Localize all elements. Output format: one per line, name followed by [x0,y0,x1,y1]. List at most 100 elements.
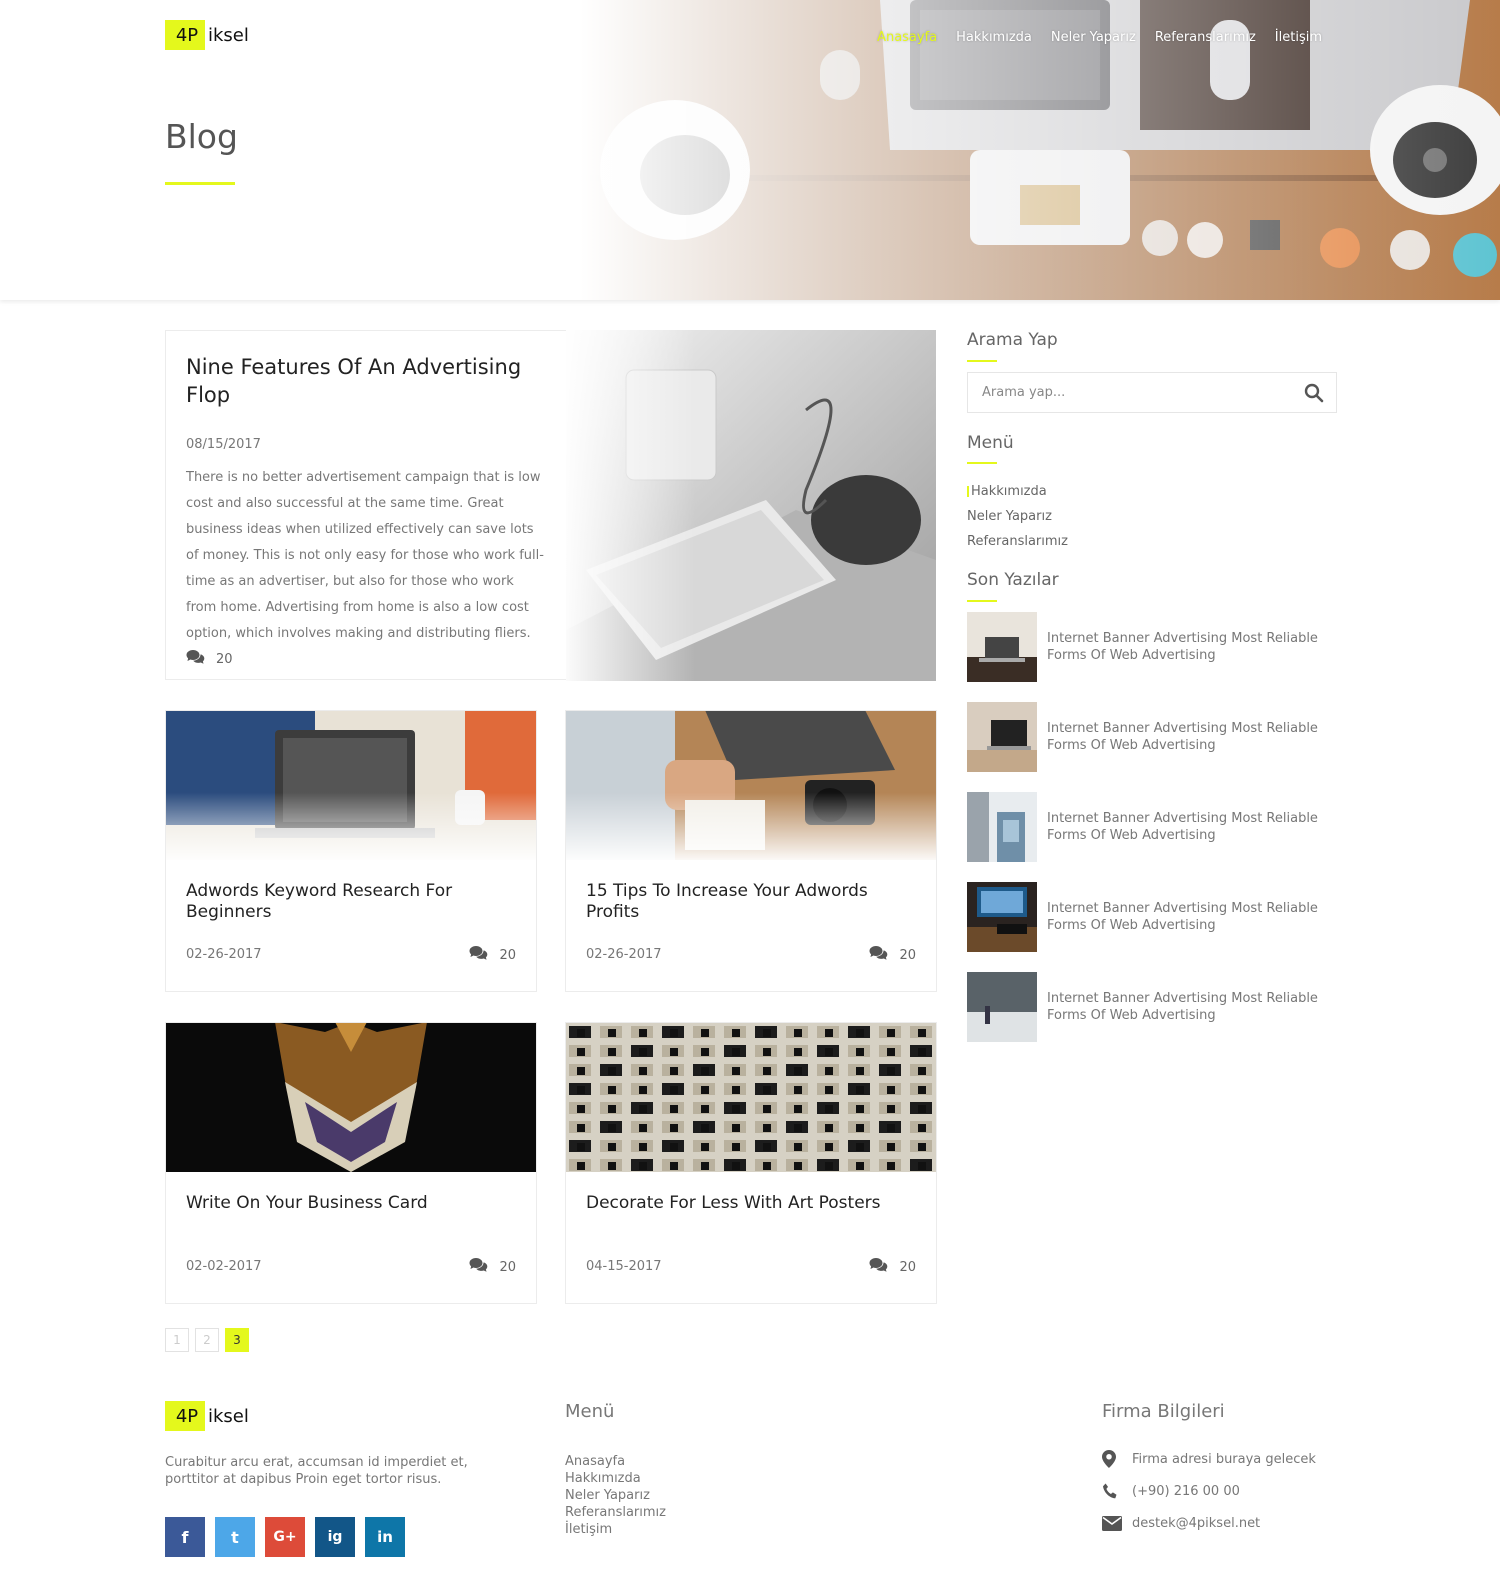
post-comments[interactable]: 20 [869,1257,916,1277]
logo-mark: 4P [165,20,205,50]
google-plus-icon[interactable]: G+ [265,1517,305,1557]
post-card[interactable]: Decorate For Less With Art Posters 04-15… [565,1022,937,1304]
recent-title: Internet Banner Advertising Most Reliabl… [1047,991,1318,1023]
sidebar-item-services[interactable]: Neler Yaparız [967,504,1068,529]
featured-comment-count: 20 [216,651,233,667]
page-1-button[interactable]: 1 [165,1328,189,1352]
logo-text: iksel [208,24,249,46]
footer-link-contact[interactable]: İletişim [565,1521,666,1538]
facebook-icon[interactable]: f [165,1517,205,1557]
company-address: Firma adresi buraya gelecek [1102,1450,1316,1468]
logo-text: iksel [208,1405,249,1427]
company-heading: Firma Bilgileri [1102,1401,1225,1422]
nav-contact[interactable]: İletişim [1275,30,1322,45]
recent-heading: Son Yazılar [967,570,1059,590]
phone-icon [1102,1483,1132,1500]
footer-menu: Anasayfa Hakkımızda Neler Yaparız Refera… [565,1453,666,1538]
recent-thumb [967,792,1037,862]
menu-heading: Menü [967,433,1014,453]
linkedin-icon[interactable]: in [365,1517,405,1557]
hero-header: 4P iksel Anasayfa Hakkımızda Neler Yapar… [0,0,1500,300]
comment-count: 20 [899,947,916,963]
recent-post[interactable]: Internet Banner Advertising Most Reliabl… [967,972,1337,1042]
recent-thumb [967,612,1037,682]
comment-count: 20 [499,947,516,963]
recent-title: Internet Banner Advertising Most Reliabl… [1047,811,1318,843]
heading-underline [967,360,997,362]
post-card[interactable]: Adwords Keyword Research For Beginners 0… [165,710,537,992]
post-comments[interactable]: 20 [869,945,916,965]
recent-thumb [967,702,1037,772]
page-3-button[interactable]: 3 [225,1328,249,1352]
comments-icon [469,1257,489,1277]
post-image-desk-camera[interactable] [566,711,936,860]
footer-link-references[interactable]: Referanslarımız [565,1504,666,1521]
nav-references[interactable]: Referanslarımız [1155,30,1256,45]
search-heading: Arama Yap [967,330,1058,350]
comment-count: 20 [499,1259,516,1275]
sidebar-menu: Hakkımızda Neler Yaparız Referanslarımız [967,479,1068,554]
recent-title: Internet Banner Advertising Most Reliabl… [1047,631,1318,663]
sidebar-item-references[interactable]: Referanslarımız [967,529,1068,554]
featured-excerpt: There is no better advertisement campaig… [186,470,544,641]
post-comments[interactable]: 20 [469,1257,516,1277]
nav-about[interactable]: Hakkımızda [956,30,1032,45]
post-card[interactable]: Write On Your Business Card 02-02-2017 2… [165,1022,537,1304]
recent-title: Internet Banner Advertising Most Reliabl… [1047,721,1318,753]
pagination: 1 2 3 [165,1328,249,1352]
comments-icon [469,945,489,965]
instagram-icon[interactable]: ig [315,1517,355,1557]
search-icon[interactable] [1292,383,1336,403]
post-title[interactable]: Adwords Keyword Research For Beginners [186,881,521,923]
page-2-button[interactable]: 2 [195,1328,219,1352]
featured-date: 08/15/2017 [186,437,261,452]
nav-home[interactable]: Anasayfa [877,30,937,45]
featured-comments[interactable]: 20 [186,649,233,669]
post-image-mask[interactable] [166,1023,536,1172]
comments-icon [869,1257,889,1277]
heading-underline [967,600,997,602]
post-date: 02-26-2017 [586,947,662,962]
post-comments[interactable]: 20 [469,945,516,965]
post-date: 02-02-2017 [186,1259,262,1274]
footer-link-services[interactable]: Neler Yaparız [565,1487,666,1504]
title-underline [165,182,235,185]
footer-about: Curabitur arcu erat, accumsan id imperdi… [165,1455,468,1487]
footer-menu-heading: Menü [565,1401,615,1422]
header-logo[interactable]: 4P iksel [165,20,249,50]
post-title[interactable]: Write On Your Business Card [186,1193,521,1214]
featured-keyboard-image[interactable] [566,330,936,681]
footer-logo[interactable]: 4P iksel [165,1401,249,1431]
featured-post[interactable]: Nine Features Of An Advertising Flop 08/… [165,330,936,681]
company-phone: (+90) 216 00 00 [1102,1483,1240,1500]
post-image-building[interactable] [566,1023,936,1172]
post-date: 04-15-2017 [586,1259,662,1274]
logo-mark: 4P [165,1401,205,1431]
envelope-icon [1102,1516,1132,1531]
main-nav: Anasayfa Hakkımızda Neler Yaparız Refera… [877,30,1322,45]
recent-thumb [967,972,1037,1042]
recent-post[interactable]: Internet Banner Advertising Most Reliabl… [967,702,1337,772]
featured-title[interactable]: Nine Features Of An Advertising Flop [186,353,546,409]
post-title[interactable]: Decorate For Less With Art Posters [586,1193,921,1214]
recent-post[interactable]: Internet Banner Advertising Most Reliabl… [967,882,1337,952]
recent-post[interactable]: Internet Banner Advertising Most Reliabl… [967,612,1337,682]
search-input[interactable] [968,373,1292,412]
sidebar-item-about[interactable]: Hakkımızda [967,479,1068,504]
recent-title: Internet Banner Advertising Most Reliabl… [1047,901,1318,933]
post-date: 02-26-2017 [186,947,262,962]
footer-link-home[interactable]: Anasayfa [565,1453,666,1470]
footer-link-about[interactable]: Hakkımızda [565,1470,666,1487]
search-form [967,372,1337,413]
social-links: f t G+ ig in [165,1517,405,1557]
post-card[interactable]: 15 Tips To Increase Your Adwords Profits… [565,710,937,992]
hero-desk-image [580,0,1500,300]
twitter-icon[interactable]: t [215,1517,255,1557]
page-title: Blog [165,117,238,156]
recent-post[interactable]: Internet Banner Advertising Most Reliabl… [967,792,1337,862]
company-email[interactable]: destek@4piksel.net [1102,1516,1260,1531]
post-image-laptop[interactable] [166,711,536,860]
post-title[interactable]: 15 Tips To Increase Your Adwords Profits [586,881,921,923]
nav-services[interactable]: Neler Yaparız [1051,30,1136,45]
comment-count: 20 [899,1259,916,1275]
